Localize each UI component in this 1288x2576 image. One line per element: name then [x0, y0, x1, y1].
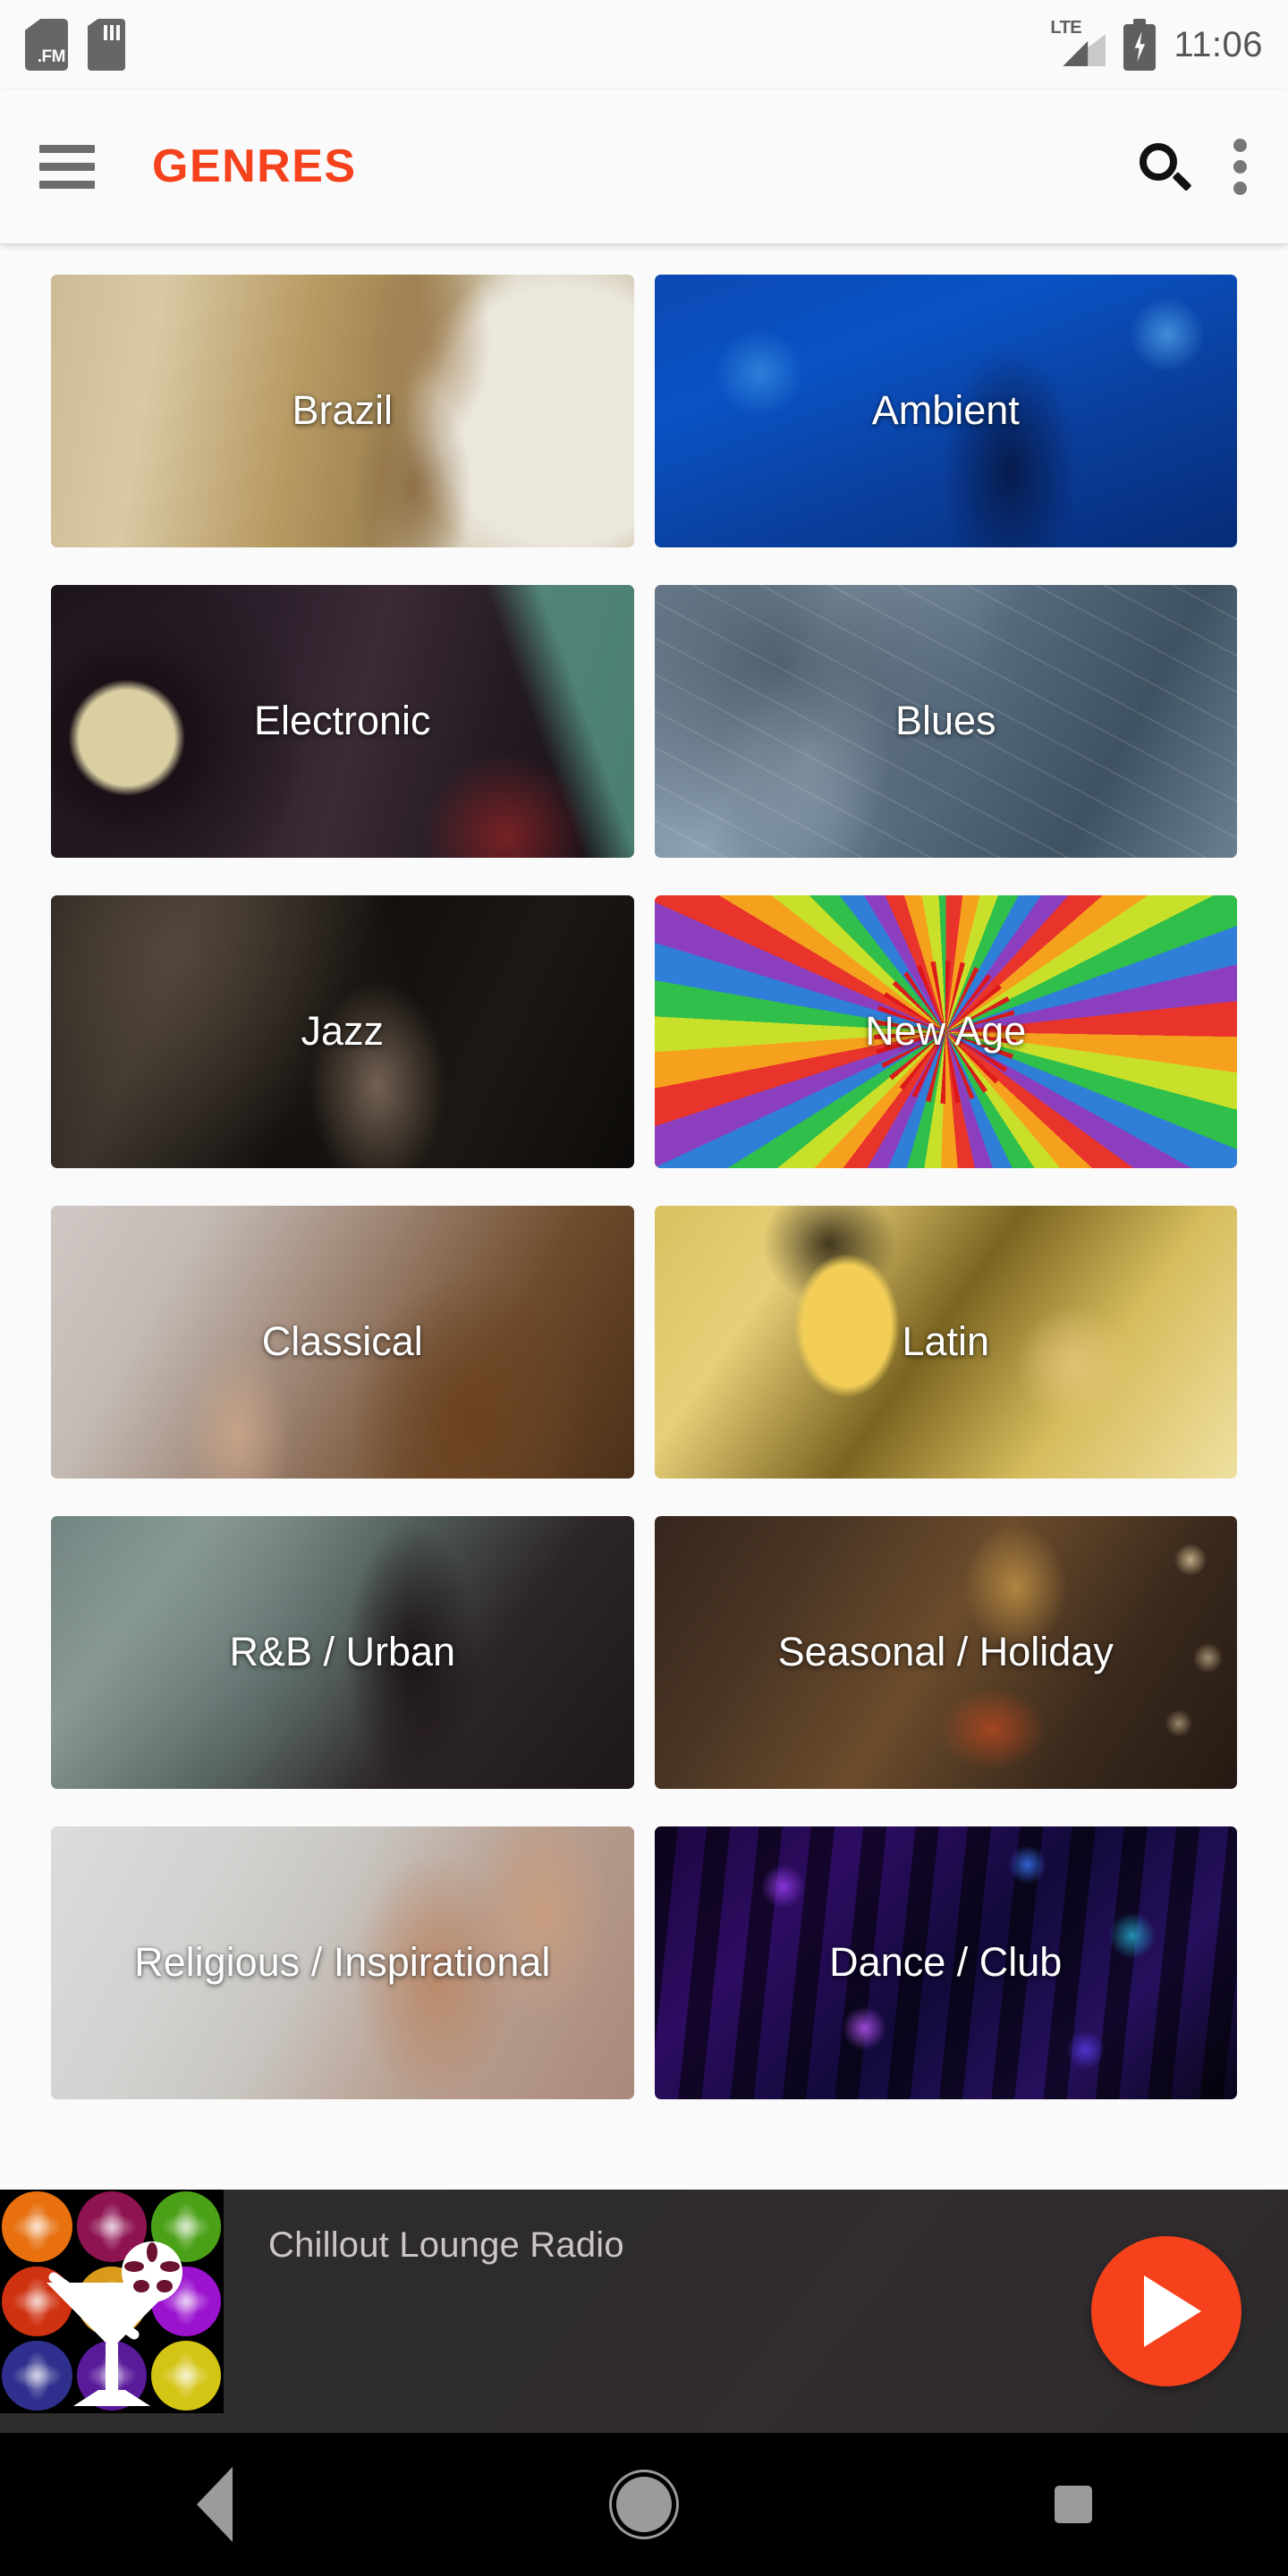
battery-charging-icon [1123, 19, 1157, 71]
genre-card[interactable]: Latin [654, 1206, 1237, 1479]
play-button[interactable] [1091, 2236, 1241, 2386]
genre-card[interactable]: Blues [654, 585, 1237, 858]
genre-card[interactable]: Ambient [654, 275, 1237, 547]
genre-card[interactable]: Electronic [51, 585, 634, 858]
genre-card[interactable]: R&B / Urban [51, 1516, 634, 1789]
genre-card[interactable]: Classical [51, 1206, 634, 1479]
recents-square-icon [1055, 2486, 1092, 2523]
nav-home-button[interactable] [564, 2433, 724, 2576]
sim-card-icon [88, 19, 125, 71]
genre-card-label: Brazil [292, 387, 394, 434]
genre-card-label: Ambient [871, 387, 1020, 434]
app-bar: GENRES [0, 89, 1288, 243]
mini-player-bar[interactable]: Chillout Lounge Radio [0, 2190, 1288, 2433]
genre-card-label: New Age [865, 1008, 1027, 1055]
genre-card[interactable]: Seasonal / Holiday [654, 1516, 1237, 1789]
status-bar-right: LTE 11:06 [1050, 18, 1263, 72]
signal-bars-icon: LTE [1050, 18, 1106, 72]
genre-card[interactable]: New Age [654, 895, 1237, 1168]
status-bar-clock: 11:06 [1174, 24, 1263, 64]
hamburger-menu-icon[interactable] [39, 137, 98, 196]
nav-recents-button[interactable] [993, 2433, 1154, 2576]
more-vertical-icon[interactable] [1231, 138, 1249, 195]
genre-card-label: Classical [261, 1318, 423, 1365]
genre-card-label: Dance / Club [829, 1939, 1063, 1986]
search-icon[interactable] [1138, 141, 1192, 191]
genre-card-label: Electronic [253, 698, 431, 744]
phone-screen: .FM LTE 11:06 GENRES Brazil Ambient Elec… [0, 0, 1288, 2576]
status-bar-left: .FM [25, 19, 125, 71]
home-circle-icon [616, 2477, 672, 2532]
genre-card-label: R&B / Urban [229, 1629, 456, 1675]
page-title: GENRES [152, 140, 357, 192]
nav-back-button[interactable] [134, 2433, 295, 2576]
genre-card[interactable]: Jazz [51, 895, 634, 1168]
genre-card[interactable]: Religious / Inspirational [51, 1826, 634, 2099]
cocktail-glass-album-art [0, 2190, 224, 2413]
play-icon [1144, 2275, 1201, 2347]
android-nav-bar [0, 2433, 1288, 2576]
app-bar-actions [1138, 138, 1249, 195]
genre-card-label: Seasonal / Holiday [777, 1629, 1114, 1675]
genre-grid: Brazil Ambient Electronic Blues Jazz New Age C… [0, 243, 1288, 2190]
genre-card-label: Religious / Inspirational [134, 1939, 551, 1986]
status-bar: .FM LTE 11:06 [0, 0, 1288, 89]
genre-card-label: Jazz [301, 1008, 385, 1055]
genre-card[interactable]: Dance / Club [654, 1826, 1237, 2099]
fm-notification-label: .FM [37, 47, 66, 66]
fm-notification-icon: .FM [25, 19, 68, 71]
back-triangle-icon [197, 2467, 233, 2542]
martini-glass-icon [47, 2241, 182, 2406]
genre-card-label: Blues [894, 698, 996, 744]
genre-card[interactable]: Brazil [51, 275, 634, 547]
genre-card-label: Latin [902, 1318, 990, 1365]
